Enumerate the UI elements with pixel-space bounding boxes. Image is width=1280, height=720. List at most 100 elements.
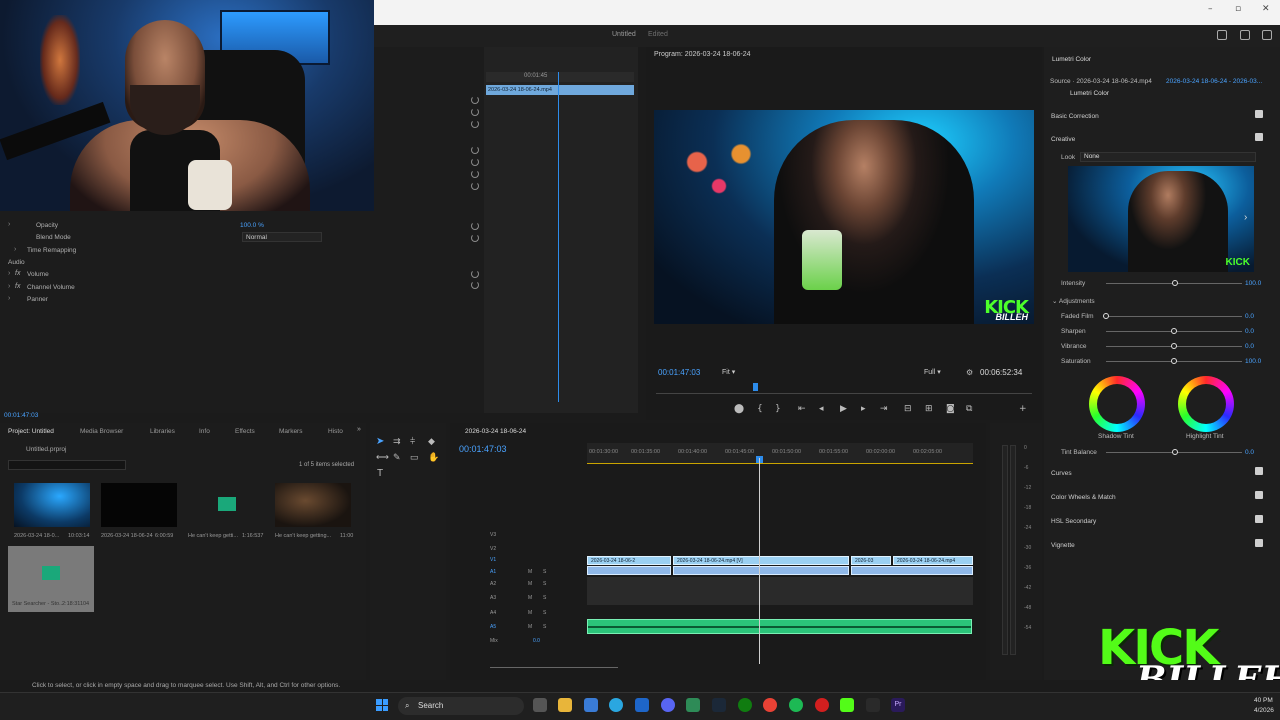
- mark-out-icon[interactable]: }: [775, 404, 781, 414]
- program-scrubber[interactable]: [656, 384, 1032, 394]
- look-preview-thumbnail[interactable]: KICK: [1068, 166, 1254, 272]
- basic-correction-header[interactable]: Basic Correction: [1051, 113, 1099, 120]
- solo-button[interactable]: S: [543, 595, 546, 601]
- track-header-a3[interactable]: A3 M S: [454, 592, 584, 604]
- expand-icon[interactable]: ›: [8, 270, 10, 277]
- play-icon[interactable]: ▶: [840, 404, 847, 414]
- hsl-secondary-checkbox[interactable]: [1255, 515, 1263, 523]
- windows-start-icon[interactable]: [376, 699, 388, 711]
- tab-libraries[interactable]: Libraries: [150, 428, 175, 435]
- xbox-icon[interactable]: [738, 698, 752, 712]
- lumetri-title[interactable]: Lumetri Color: [1052, 56, 1091, 63]
- razor-tool-icon[interactable]: ◆: [428, 436, 435, 447]
- add-button-icon[interactable]: +: [1019, 404, 1027, 414]
- lift-icon[interactable]: ⊟: [904, 404, 912, 414]
- faded-film-knob[interactable]: [1103, 313, 1109, 319]
- program-monitor-title[interactable]: Program: 2026-03-24 18-06-24: [654, 51, 751, 58]
- track-select-tool-icon[interactable]: ⇉: [393, 436, 401, 447]
- tab-histo[interactable]: Histo: [328, 428, 343, 435]
- project-item-thumbnail[interactable]: [188, 483, 264, 527]
- opacity-row[interactable]: › Opacity 100.0 %: [0, 220, 484, 232]
- step-forward-icon[interactable]: ▸: [861, 404, 866, 414]
- tab-media-browser[interactable]: Media Browser: [80, 428, 123, 435]
- edge-icon[interactable]: [609, 698, 623, 712]
- track-header-mix[interactable]: Mix 0.0: [454, 635, 584, 647]
- sharpen-knob[interactable]: [1171, 328, 1177, 334]
- tint-balance-value[interactable]: 0.0: [1245, 449, 1254, 456]
- workspaces-icon[interactable]: [1217, 30, 1227, 40]
- panel-overflow-icon[interactable]: »: [357, 426, 361, 433]
- app-icon[interactable]: [815, 698, 829, 712]
- store-icon[interactable]: [584, 698, 598, 712]
- program-timecode[interactable]: 00:01:47:03: [658, 368, 700, 377]
- audio-clip-a1[interactable]: [673, 566, 849, 575]
- fullscreen-icon[interactable]: [1262, 30, 1272, 40]
- share-icon[interactable]: [1240, 30, 1250, 40]
- shadow-tint-wheel[interactable]: [1089, 376, 1145, 432]
- timeline-sequence-tab[interactable]: 2026-03-24 18-06-24: [465, 428, 526, 435]
- project-item-thumbnail[interactable]: [14, 483, 90, 527]
- minimize-icon[interactable]: –: [1208, 4, 1213, 14]
- excel-icon[interactable]: [686, 698, 700, 712]
- color-wheels-header[interactable]: Color Wheels & Match: [1051, 494, 1116, 501]
- fx-icon[interactable]: fx: [15, 283, 20, 290]
- project-item-thumbnail[interactable]: [101, 483, 177, 527]
- step-back-icon[interactable]: ◂: [819, 404, 824, 414]
- timeline-ruler[interactable]: 00:01:30:00 00:01:35:00 00:01:40:00 00:0…: [587, 443, 973, 463]
- mix-value[interactable]: 0.0: [533, 638, 540, 644]
- go-to-in-icon[interactable]: ⇤: [798, 404, 806, 414]
- program-video-frame[interactable]: KICK BILLEH: [654, 110, 1034, 324]
- ec-current-timecode[interactable]: 00:01:47:03: [4, 412, 38, 419]
- hsl-secondary-header[interactable]: HSL Secondary: [1051, 518, 1096, 525]
- reset-icon[interactable]: [471, 281, 479, 289]
- solo-button[interactable]: S: [543, 581, 546, 587]
- slip-tool-icon[interactable]: ⟷: [376, 452, 389, 463]
- reset-icon[interactable]: [471, 146, 479, 154]
- sharpen-value[interactable]: 0.0: [1245, 328, 1254, 335]
- intensity-value[interactable]: 100.0: [1245, 280, 1261, 287]
- track-header-a4[interactable]: A4 M S: [454, 607, 584, 619]
- program-playhead[interactable]: [753, 383, 758, 391]
- zoom-select[interactable]: Fit ▾: [722, 368, 735, 376]
- go-to-out-icon[interactable]: ⇥: [880, 404, 888, 414]
- empty-track-area[interactable]: [587, 577, 973, 605]
- discord-icon[interactable]: [661, 698, 675, 712]
- outlook-icon[interactable]: [635, 698, 649, 712]
- steam-icon[interactable]: [712, 698, 726, 712]
- reset-icon[interactable]: [471, 96, 479, 104]
- volume-row[interactable]: › fx Volume: [0, 269, 484, 281]
- reset-icon[interactable]: [471, 108, 479, 116]
- chrome-icon[interactable]: [763, 698, 777, 712]
- audio-clip-a1[interactable]: [851, 566, 973, 575]
- mute-button[interactable]: M: [528, 569, 532, 575]
- reset-icon[interactable]: [471, 222, 479, 230]
- solo-button[interactable]: S: [543, 569, 546, 575]
- spotify-icon[interactable]: [789, 698, 803, 712]
- compare-icon[interactable]: ⧉: [966, 404, 972, 414]
- expand-icon[interactable]: ›: [8, 221, 10, 228]
- curves-checkbox[interactable]: [1255, 467, 1263, 475]
- tab-project[interactable]: Project: Untitled: [8, 428, 54, 435]
- faded-film-value[interactable]: 0.0: [1245, 313, 1254, 320]
- vignette-checkbox[interactable]: [1255, 539, 1263, 547]
- track-header-a1[interactable]: A1 M S: [454, 566, 584, 578]
- file-explorer-icon[interactable]: [558, 698, 572, 712]
- faded-film-slider[interactable]: [1106, 316, 1242, 317]
- ripple-edit-tool-icon[interactable]: ⫩: [410, 436, 415, 447]
- add-marker-icon[interactable]: ⬤: [734, 404, 744, 414]
- vibrance-knob[interactable]: [1171, 343, 1177, 349]
- work-area-bar[interactable]: [587, 463, 973, 464]
- fx-icon[interactable]: fx: [15, 270, 20, 277]
- video-clip[interactable]: 2026-03-24 18-06-24.mp4: [893, 556, 973, 565]
- vignette-header[interactable]: Vignette: [1051, 542, 1075, 549]
- track-header-v1[interactable]: V1: [454, 554, 584, 566]
- intensity-knob[interactable]: [1172, 280, 1178, 286]
- video-clip[interactable]: 2026-03-24 18-06-24.mp4 [V]: [673, 556, 849, 565]
- creative-checkbox[interactable]: [1255, 133, 1263, 141]
- taskbar-search-input[interactable]: ⌕ Search: [398, 697, 524, 715]
- tab-markers[interactable]: Markers: [279, 428, 302, 435]
- resolution-select[interactable]: Full ▾: [924, 368, 941, 376]
- export-frame-icon[interactable]: ◙: [946, 404, 955, 414]
- wrench-icon[interactable]: ⚙: [966, 368, 973, 377]
- reset-icon[interactable]: [471, 270, 479, 278]
